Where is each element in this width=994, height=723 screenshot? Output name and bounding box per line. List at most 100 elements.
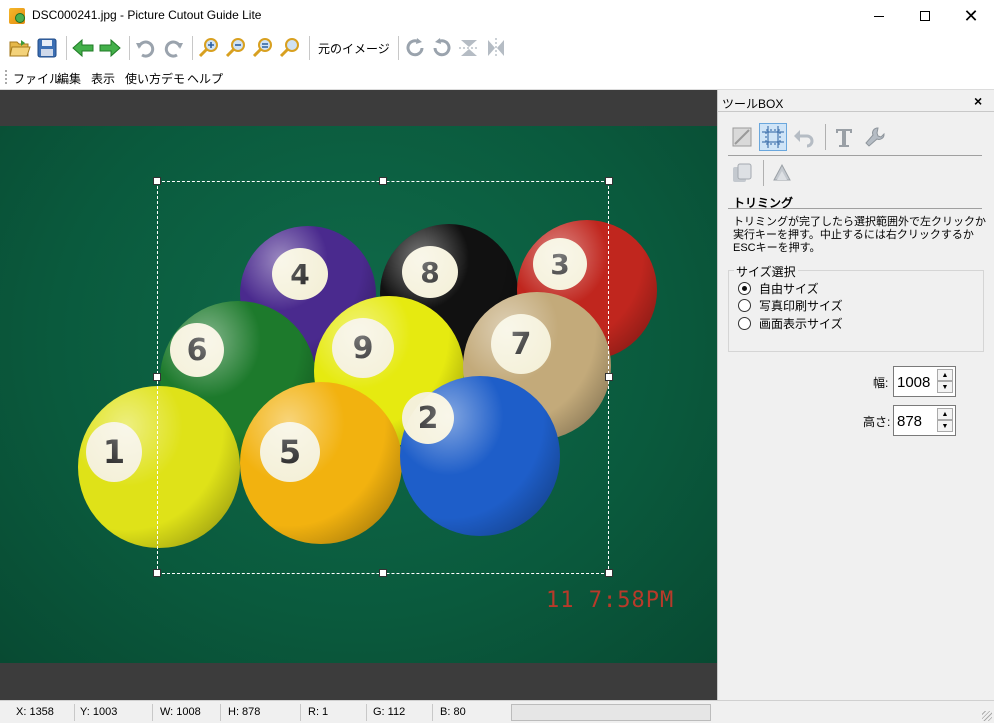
flip-horizontal-icon[interactable]: [484, 36, 508, 60]
toolbox-row-1: [728, 123, 892, 151]
status-y: Y: 1003: [80, 706, 118, 718]
status-separator: [220, 704, 221, 721]
status-r: R: 1: [308, 706, 329, 718]
close-icon: ✕: [963, 6, 979, 26]
copy-tool-icon[interactable]: [728, 159, 756, 187]
toolbar-separator: [129, 36, 130, 60]
status-bar: X: 1358 Y: 1003 W: 1008 H: 878 R: 1 G: 1…: [0, 700, 994, 723]
photo-timestamp: 11 7:58PM: [546, 588, 675, 613]
height-up-icon[interactable]: ▲: [937, 408, 953, 420]
toolbox-row-2: [728, 159, 799, 187]
trim-tool-icon[interactable]: [759, 123, 787, 151]
radio-label: 写真印刷サイズ: [759, 299, 843, 313]
back-arrow-icon[interactable]: [71, 36, 95, 60]
width-down-icon[interactable]: ▼: [937, 381, 953, 393]
flip-vertical-icon[interactable]: [457, 36, 481, 60]
width-up-icon[interactable]: ▲: [937, 369, 953, 381]
zoom-out-icon[interactable]: [224, 36, 248, 60]
width-stepper[interactable]: 1008 ▲ ▼: [893, 366, 956, 397]
rotate-left-icon[interactable]: [430, 36, 454, 60]
forward-arrow-icon[interactable]: [98, 36, 122, 60]
menu-help[interactable]: ヘルプ: [187, 70, 223, 87]
size-select-legend: サイズ選択: [734, 263, 798, 280]
section-divider: [728, 208, 982, 209]
status-b: B: 80: [440, 706, 466, 718]
title-bar: DSC000241.jpg - Picture Cutout Guide Lit…: [0, 0, 994, 32]
resize-grip-icon[interactable]: [982, 711, 992, 721]
status-w: W: 1008: [160, 706, 201, 718]
save-icon[interactable]: [35, 36, 59, 60]
picture-cutout-app-icon: [9, 8, 25, 24]
status-separator: [366, 704, 367, 721]
stamp-tool-icon[interactable]: [768, 159, 796, 187]
zoom-in-icon[interactable]: [197, 36, 221, 60]
radio-free-size[interactable]: 自由サイズ: [738, 280, 819, 297]
toolbox-header: ツールBOX ×: [718, 90, 994, 112]
toolbar-separator: [192, 36, 193, 60]
status-separator: [300, 704, 301, 721]
radio-button[interactable]: [738, 317, 751, 330]
progress-bar: [511, 704, 711, 721]
menu-edit[interactable]: 編集: [57, 70, 81, 87]
radio-button[interactable]: [738, 299, 751, 312]
crop-handle-left[interactable]: [153, 373, 161, 381]
crop-handle-bottom-left[interactable]: [153, 569, 161, 577]
status-separator: [152, 704, 153, 721]
height-stepper[interactable]: 878 ▲ ▼: [893, 405, 956, 436]
crop-handle-top[interactable]: [379, 177, 387, 185]
radio-screen-size[interactable]: 画面表示サイズ: [738, 315, 843, 332]
crop-handle-right[interactable]: [605, 373, 613, 381]
radio-label: 自由サイズ: [759, 282, 819, 296]
image-canvas[interactable]: 4 8 3 6 9 7 1 5: [0, 90, 717, 700]
height-value[interactable]: 878: [897, 413, 922, 430]
status-separator: [74, 704, 75, 721]
window-title: DSC000241.jpg - Picture Cutout Guide Lit…: [32, 8, 262, 22]
crop-selection[interactable]: [153, 177, 613, 577]
trim-description: トリミングが完了したら選択範囲外で左クリックか実行キーを押す。中止するには右クリ…: [733, 216, 986, 254]
rotate-right-icon[interactable]: [403, 36, 427, 60]
radio-button[interactable]: [738, 282, 751, 295]
maximize-button[interactable]: [902, 0, 948, 32]
minimize-button[interactable]: [856, 0, 902, 32]
status-x: X: 1358: [16, 706, 54, 718]
toolbox-close-button[interactable]: ×: [974, 93, 982, 109]
minimize-icon: [874, 15, 884, 17]
crop-handle-bottom[interactable]: [379, 569, 387, 577]
toolbox-separator: [825, 124, 826, 150]
zoom-actual-icon[interactable]: [278, 36, 302, 60]
width-value[interactable]: 1008: [897, 374, 930, 391]
text-tool-icon[interactable]: [830, 123, 858, 151]
menu-bar: ファイル 編集 表示 使い方デモ ヘルプ: [0, 64, 994, 90]
wrench-tool-icon[interactable]: [861, 123, 889, 151]
status-separator: [432, 704, 433, 721]
toolbar-separator: [309, 36, 310, 60]
radio-label: 画面表示サイズ: [759, 317, 843, 331]
toolbox-separator: [763, 160, 764, 186]
toolbar-separator: [66, 36, 67, 60]
undo-tool-icon[interactable]: [790, 123, 818, 151]
menu-view[interactable]: 表示: [91, 70, 115, 87]
menu-file[interactable]: ファイル: [13, 70, 61, 87]
toolbar-separator: [397, 36, 399, 60]
height-down-icon[interactable]: ▼: [937, 420, 953, 432]
toolbox-title: ツールBOX: [722, 97, 784, 111]
original-image-button[interactable]: 元のイメージ: [314, 40, 394, 57]
width-label: 幅:: [873, 376, 889, 390]
toolbox-panel: ツールBOX × トリミング トリミングが完了したら選択範囲外で左クリックか実行…: [717, 90, 994, 700]
menu-demo[interactable]: 使い方デモ: [125, 70, 185, 87]
crop-handle-bottom-right[interactable]: [605, 569, 613, 577]
toolbox-divider: [728, 155, 982, 156]
redo-icon[interactable]: [161, 36, 185, 60]
menu-grip: [5, 70, 7, 84]
open-folder-icon[interactable]: [8, 36, 32, 60]
status-h: H: 878: [228, 706, 261, 718]
status-g: G: 112: [373, 706, 406, 718]
radio-photo-print-size[interactable]: 写真印刷サイズ: [738, 297, 843, 314]
zoom-fit-icon[interactable]: [251, 36, 275, 60]
crop-handle-top-right[interactable]: [605, 177, 613, 185]
close-button[interactable]: ✕: [948, 0, 994, 32]
undo-icon[interactable]: [134, 36, 158, 60]
maximize-icon: [920, 11, 930, 21]
resize-tool-icon[interactable]: [728, 123, 756, 151]
crop-handle-top-left[interactable]: [153, 177, 161, 185]
